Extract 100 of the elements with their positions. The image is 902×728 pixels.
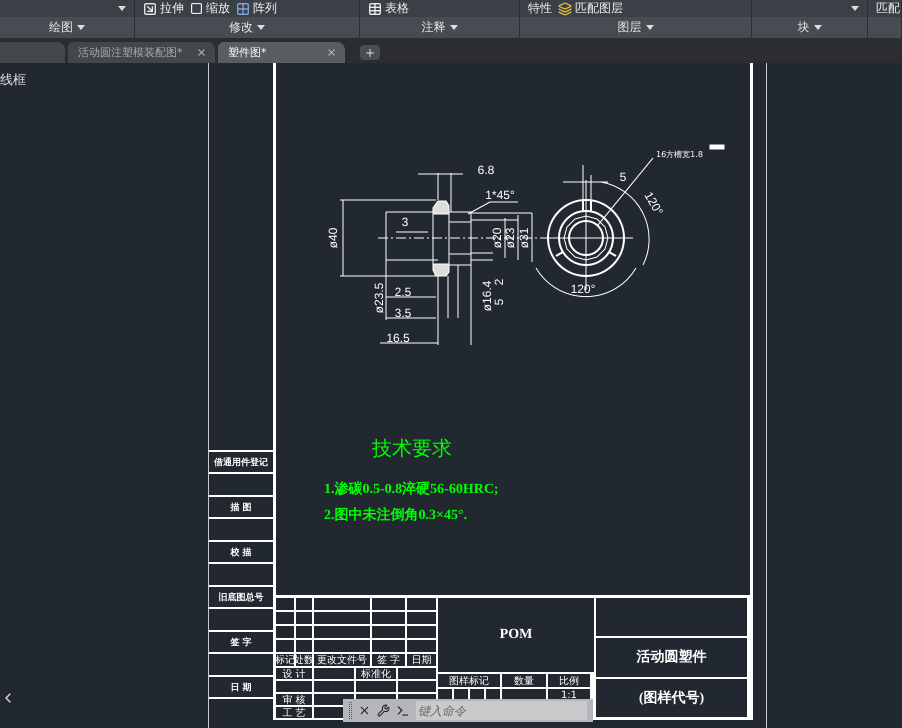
table-cell bbox=[372, 598, 405, 610]
table-cell bbox=[209, 519, 273, 540]
table-cell bbox=[407, 612, 436, 624]
ribbon-button[interactable]: 匹配图层 bbox=[558, 0, 623, 17]
panel-title[interactable]: 修改 bbox=[135, 17, 359, 38]
table-cell bbox=[209, 699, 273, 720]
table-cell bbox=[372, 626, 405, 638]
dimension-label: 120° bbox=[570, 282, 596, 296]
table-cell bbox=[372, 612, 405, 624]
file-tab[interactable]: 塑件图* bbox=[218, 42, 345, 63]
panel-title[interactable]: 图层 bbox=[520, 17, 751, 38]
table-cell bbox=[296, 598, 312, 610]
ribbon-button[interactable]: 特性 bbox=[528, 0, 552, 17]
layers-icon bbox=[558, 2, 572, 16]
requirement-text: 2.图中未注倒角0.3×45°. bbox=[324, 506, 468, 524]
table-cell bbox=[356, 681, 396, 692]
table-header: 比例 bbox=[548, 674, 590, 687]
table-cell bbox=[314, 668, 354, 679]
table-header: 更改文件号 bbox=[314, 654, 370, 666]
dimension-label: 1*45° bbox=[485, 188, 515, 202]
table-cell bbox=[296, 640, 312, 652]
table-cell bbox=[314, 681, 354, 692]
table-cell bbox=[276, 598, 294, 610]
table-cell bbox=[314, 626, 370, 638]
table-cell bbox=[209, 474, 273, 495]
table-cell bbox=[296, 626, 312, 638]
table-cell bbox=[209, 654, 273, 675]
caret-icon bbox=[851, 6, 859, 11]
side-column-label: 旧底图总号 bbox=[209, 587, 273, 607]
side-column-label: 日 期 bbox=[209, 677, 273, 697]
prompt-icon[interactable] bbox=[396, 704, 410, 718]
ribbon-button[interactable]: 表格 bbox=[368, 0, 409, 17]
ribbon-button[interactable]: 阵列 bbox=[236, 0, 277, 17]
table-cell bbox=[407, 598, 436, 610]
table-cell bbox=[209, 564, 273, 585]
caret-icon bbox=[450, 25, 458, 30]
drawing-code-label: (图样代号) bbox=[596, 678, 747, 717]
table-header: 签 字 bbox=[372, 654, 405, 666]
ribbon-button[interactable]: 匹配 bbox=[876, 0, 900, 17]
table-cell bbox=[276, 626, 294, 638]
dimension-label: ø40 bbox=[326, 228, 340, 248]
dimension-label: 2 bbox=[492, 278, 506, 286]
side-column-label: 校 描 bbox=[209, 542, 273, 562]
dimension-label: 3 bbox=[402, 215, 408, 230]
table-cell bbox=[398, 668, 436, 679]
table-header: 日期 bbox=[407, 654, 436, 666]
table-header: 数量 bbox=[502, 674, 546, 687]
caret-icon bbox=[118, 6, 126, 11]
dimension-label: ø23.5 bbox=[372, 282, 386, 314]
wrench-icon[interactable] bbox=[377, 704, 390, 717]
table-cell bbox=[407, 640, 436, 652]
viewport-label[interactable]: 线框 bbox=[0, 71, 26, 89]
panel-title[interactable]: 注释 bbox=[360, 17, 519, 38]
plus-icon bbox=[364, 46, 376, 58]
ribbon-button[interactable]: 拉伸 bbox=[143, 0, 184, 17]
dimension-label: 16.5 bbox=[386, 331, 410, 346]
close-icon[interactable] bbox=[358, 704, 371, 717]
table-cell bbox=[314, 640, 370, 652]
caret-icon bbox=[814, 25, 822, 30]
table-header: 标记 bbox=[276, 654, 294, 666]
caret-icon bbox=[257, 25, 265, 30]
table-cell bbox=[296, 612, 312, 624]
grid-icon bbox=[236, 2, 250, 16]
close-icon[interactable] bbox=[196, 47, 207, 58]
table-cell bbox=[276, 681, 312, 692]
new-tab-button[interactable] bbox=[360, 45, 380, 60]
table-cell bbox=[276, 640, 294, 652]
table-cell: 设 计 bbox=[276, 668, 312, 679]
dimension-label: 5 bbox=[620, 170, 626, 184]
dimension-label: ø31 bbox=[517, 228, 532, 248]
ribbon-button[interactable]: 缩放 bbox=[190, 0, 230, 17]
square-icon bbox=[190, 2, 203, 15]
table-cell bbox=[276, 612, 294, 624]
caret-icon bbox=[646, 25, 654, 30]
table-header: 图样标记 bbox=[438, 674, 500, 687]
dimension-label: 6.8 bbox=[478, 163, 494, 178]
requirements-title: 技术要求 bbox=[372, 437, 452, 462]
table-cell bbox=[314, 612, 370, 624]
side-column-label: 借通用件登记 bbox=[209, 452, 273, 472]
dimension-label: 3.5 bbox=[394, 306, 412, 320]
panel-title[interactable]: 块 bbox=[752, 17, 867, 38]
table-cell: 审 核 bbox=[276, 694, 312, 705]
grip-handle[interactable] bbox=[349, 702, 352, 719]
note-label: 16方槽宽1.8 bbox=[656, 150, 703, 159]
dimension-label: ø20 bbox=[490, 228, 504, 248]
caret-icon bbox=[77, 25, 85, 30]
table-cell bbox=[314, 598, 370, 610]
side-column-label: 描 图 bbox=[209, 497, 273, 517]
table-cell: 工 艺 bbox=[276, 707, 312, 718]
file-tab[interactable]: 活动圆注塑模装配图* bbox=[68, 42, 215, 63]
panel-title[interactable]: 绘图 bbox=[0, 17, 134, 38]
table-icon bbox=[368, 2, 382, 16]
table-cell: 标准化 bbox=[356, 668, 396, 679]
table-cell bbox=[372, 640, 405, 652]
material-label: POM bbox=[438, 598, 594, 672]
command-input[interactable]: 键入命令 bbox=[416, 701, 587, 720]
close-icon[interactable] bbox=[326, 47, 337, 58]
part-name-label: 活动圆塑件 bbox=[596, 638, 747, 677]
dimension-label: 5 bbox=[492, 298, 506, 306]
dimension-label: 2.5 bbox=[394, 285, 412, 300]
